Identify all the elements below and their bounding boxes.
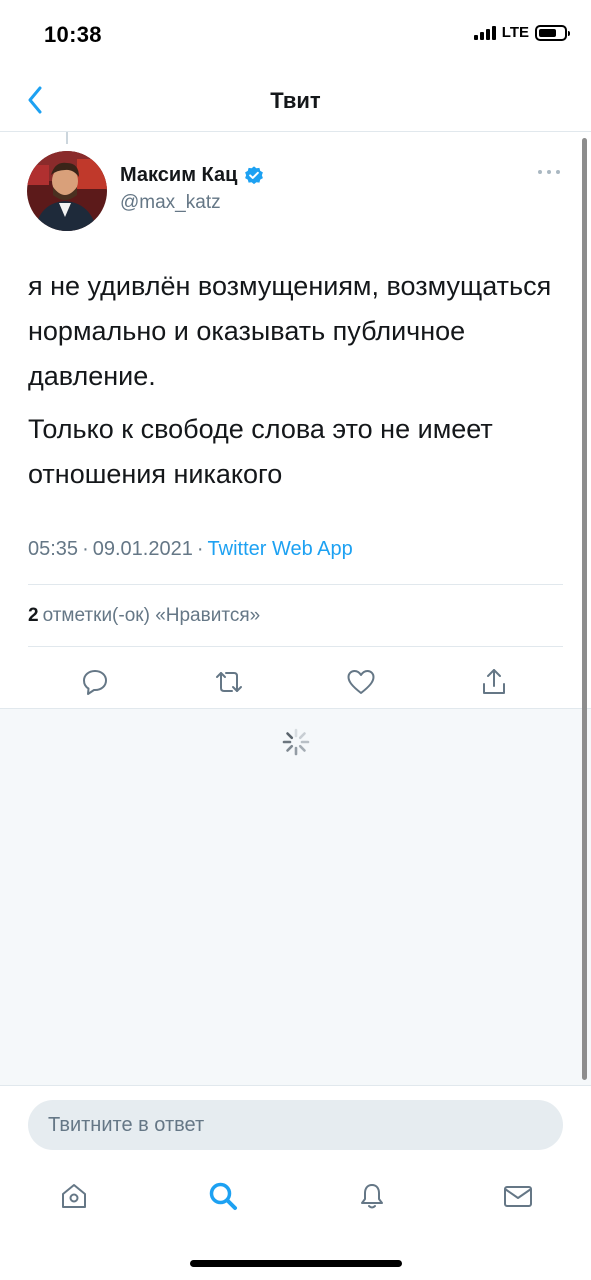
bell-icon — [361, 1184, 383, 1209]
scrollbar[interactable] — [582, 138, 587, 1080]
divider — [28, 584, 563, 585]
share-button[interactable] — [474, 662, 514, 702]
status-bar: 10:38 LTE — [0, 0, 591, 70]
like-button[interactable] — [341, 662, 381, 702]
reply-button[interactable] — [75, 662, 115, 702]
loading-spinner-icon — [282, 728, 310, 756]
tab-search[interactable] — [203, 1176, 243, 1216]
search-icon — [209, 1182, 237, 1210]
battery-icon — [535, 24, 570, 41]
home-indicator — [190, 1260, 402, 1267]
home-icon — [62, 1184, 86, 1208]
tweet-date: 09.01.2021 — [92, 538, 193, 560]
likes-summary[interactable]: 2 отметки(-ок) «Нравится» — [28, 605, 260, 627]
signal-icon — [473, 25, 496, 40]
tab-notifications[interactable] — [352, 1176, 392, 1216]
tweet-meta: 05:35 · 09.01.2021 · Twitter Web App — [28, 538, 353, 560]
author-name[interactable]: Максим Кац — [120, 164, 265, 187]
verified-badge-icon — [245, 165, 264, 184]
tweet-text: я не удивлён возмущениям, возмущаться но… — [28, 264, 558, 497]
tweet-paragraph: я не удивлён возмущениям, возмущаться но… — [28, 271, 552, 391]
retweet-icon — [216, 672, 242, 692]
tab-messages[interactable] — [498, 1176, 538, 1216]
more-button[interactable] — [536, 162, 562, 182]
status-time: 10:38 — [44, 22, 102, 47]
replies-area — [0, 708, 591, 1086]
page-title: Твит — [270, 88, 321, 113]
network-label: LTE — [501, 24, 529, 41]
tweet-source-link[interactable]: Twitter Web App — [208, 538, 353, 560]
tab-bar — [0, 1166, 591, 1226]
author-handle[interactable]: @max_katz — [120, 192, 221, 214]
reply-icon — [83, 670, 107, 695]
tab-home[interactable] — [54, 1176, 94, 1216]
retweet-button[interactable] — [209, 662, 249, 702]
share-icon — [483, 669, 505, 694]
likes-count: 2 — [28, 605, 39, 626]
author-name-text: Максим Кац — [120, 164, 238, 186]
nav-bar: Твит — [0, 70, 591, 132]
tweet-paragraph: Только к свободе слова это не имеет отно… — [28, 414, 493, 489]
status-indicators: LTE — [473, 24, 570, 41]
thread-line — [66, 132, 68, 144]
likes-label: отметки(-ок) «Нравится» — [42, 605, 261, 626]
more-horizontal-icon — [538, 170, 560, 174]
heart-icon — [347, 670, 375, 694]
tweet-actions — [0, 662, 591, 702]
divider — [28, 646, 563, 647]
tweet-time: 05:35 — [28, 538, 79, 560]
mail-icon — [504, 1186, 532, 1207]
avatar[interactable] — [27, 151, 107, 231]
reply-input[interactable] — [28, 1100, 563, 1150]
